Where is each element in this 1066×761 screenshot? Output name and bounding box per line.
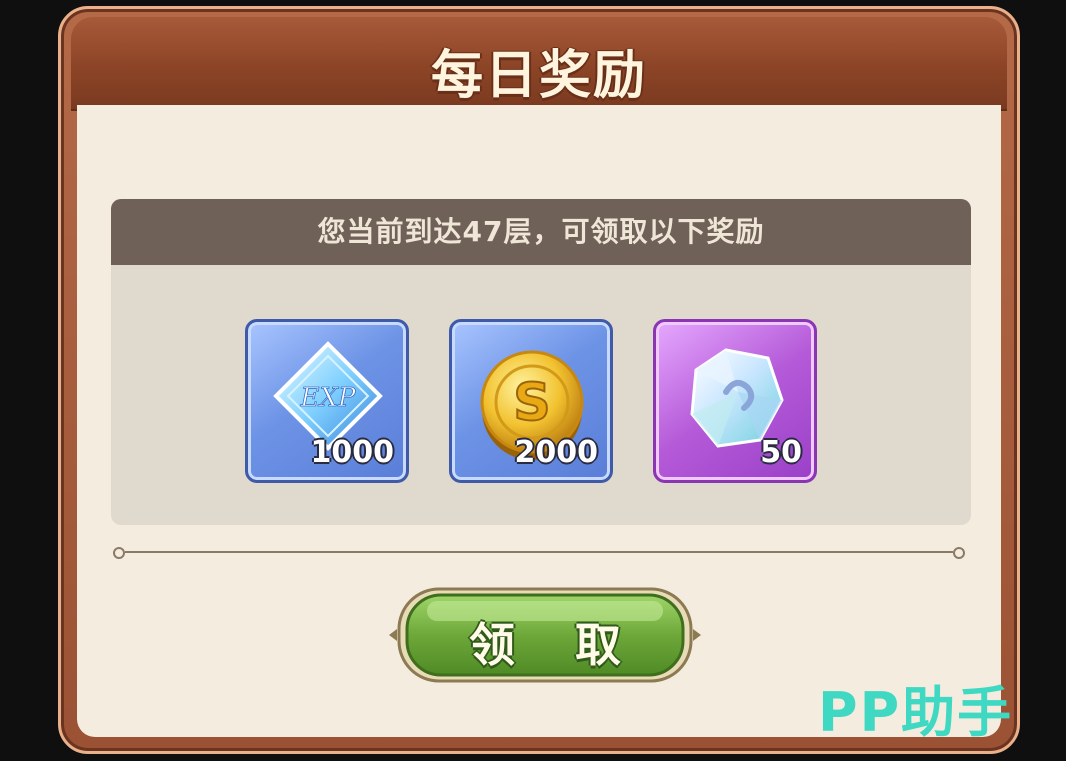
reward-quantity: 50 <box>760 435 802 470</box>
claim-button-label: 领 取 <box>468 618 643 672</box>
reward-quantity: 2000 <box>514 435 599 470</box>
reward-panel: 您当前到达47层，可领取以下奖励 EXP 1000 S 2000 50 <box>111 199 971 525</box>
reward-banner: 您当前到达47层，可领取以下奖励 <box>111 199 971 265</box>
daily-reward-dialog: 每日奖励 您当前到达47层，可领取以下奖励 EXP 1000 S 2000 50… <box>58 6 1020 754</box>
reward-item-diamond[interactable]: 50 <box>653 319 817 483</box>
svg-text:S: S <box>513 373 550 433</box>
dialog-header: 每日奖励 <box>71 17 1007 109</box>
dialog-body: 您当前到达47层，可领取以下奖励 EXP 1000 S 2000 50 领 取 <box>77 105 1001 737</box>
reward-item-exp[interactable]: EXP 1000 <box>245 319 409 483</box>
watermark-logo: PP助手 <box>818 681 1014 744</box>
dialog-title: 每日奖励 <box>430 46 647 106</box>
svg-text:EXP: EXP <box>300 383 356 413</box>
divider <box>113 547 965 559</box>
claim-button[interactable]: 领 取 <box>389 583 701 687</box>
reward-item-gold[interactable]: S 2000 <box>449 319 613 483</box>
reward-quantity: 1000 <box>310 435 395 470</box>
